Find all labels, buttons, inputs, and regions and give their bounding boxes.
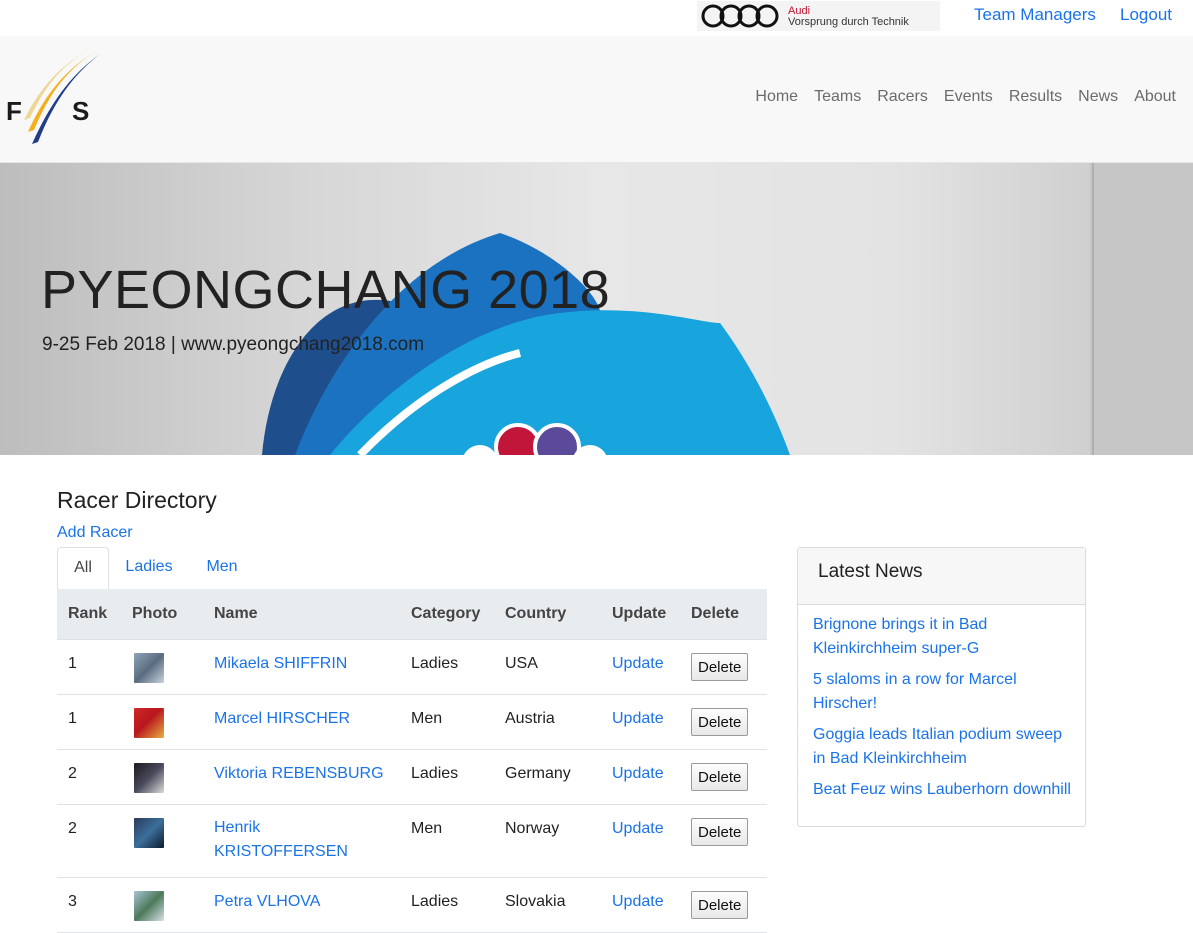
delete-button[interactable]: Delete xyxy=(691,708,749,736)
table-row: 1 Mikaela SHIFFRIN Ladies USA Update Del… xyxy=(57,639,767,695)
racer-photo[interactable] xyxy=(134,708,164,738)
fis-logo[interactable]: F S xyxy=(4,46,104,150)
category-cell: Men xyxy=(411,820,443,837)
country-cell: Germany xyxy=(505,765,571,782)
racer-directory-title: Racer Directory xyxy=(57,487,217,513)
add-racer-link[interactable]: Add Racer xyxy=(57,524,133,542)
racer-photo[interactable] xyxy=(134,818,164,848)
rank-cell: 1 xyxy=(68,655,77,672)
category-cell: Ladies xyxy=(411,765,459,782)
country-cell: Norway xyxy=(505,820,560,837)
audi-sponsor-banner[interactable]: Audi Vorsprung durch Technik xyxy=(697,1,940,31)
main-nav: Home Teams Racers Events Results News Ab… xyxy=(739,88,1176,106)
column-header-country: Country xyxy=(494,589,601,640)
category-tabs: All Ladies Men xyxy=(57,547,767,590)
country-cell: Austria xyxy=(505,710,555,727)
racer-name-link[interactable]: Marcel HIRSCHER xyxy=(214,710,350,727)
nav-events[interactable]: Events xyxy=(944,88,993,106)
delete-button[interactable]: Delete xyxy=(691,818,749,846)
news-list: Brignone brings it in Bad Kleinkirchheim… xyxy=(813,613,1075,809)
news-link[interactable]: Goggia leads Italian podium sweep in Bad… xyxy=(813,726,1062,767)
top-bar: Audi Vorsprung durch Technik Team Manage… xyxy=(0,0,1193,36)
racer-photo[interactable] xyxy=(134,891,164,921)
update-link[interactable]: Update xyxy=(612,893,664,910)
column-header-photo: Photo xyxy=(121,589,203,640)
nav-about[interactable]: About xyxy=(1134,88,1176,106)
racer-name-link[interactable]: Mikaela SHIFFRIN xyxy=(214,655,347,672)
column-header-category: Category xyxy=(400,589,494,640)
category-cell: Men xyxy=(411,710,443,727)
nav-results[interactable]: Results xyxy=(1009,88,1062,106)
rank-cell: 2 xyxy=(68,765,77,782)
hero-title: PYEONGCHANG 2018 xyxy=(41,260,611,320)
update-link[interactable]: Update xyxy=(612,710,664,727)
racer-photo[interactable] xyxy=(134,763,164,793)
svg-text:F: F xyxy=(6,96,22,126)
racer-photo[interactable] xyxy=(134,653,164,683)
column-header-rank: Rank xyxy=(57,589,121,640)
news-link[interactable]: Beat Feuz wins Lauberhorn downhill xyxy=(813,781,1071,798)
news-panel-header: Latest News xyxy=(798,548,1085,605)
racer-name-link[interactable]: Henrik KRISTOFFERSEN xyxy=(214,816,364,864)
table-row: 2 Henrik KRISTOFFERSEN Men Norway Update… xyxy=(57,804,767,878)
racer-table: Rank Photo Name Category Country Update … xyxy=(57,589,767,933)
category-cell: Ladies xyxy=(411,893,459,910)
news-link[interactable]: Brignone brings it in Bad Kleinkirchheim… xyxy=(813,616,987,657)
country-cell: USA xyxy=(505,655,538,672)
table-header-row: Rank Photo Name Category Country Update … xyxy=(57,589,767,640)
svg-text:S: S xyxy=(72,96,89,126)
hero-banner: PYEONGCHANG 2018 9-25 Feb 2018 | www.pye… xyxy=(0,163,1193,455)
tab-ladies[interactable]: Ladies xyxy=(111,547,187,588)
nav-racers[interactable]: Racers xyxy=(877,88,928,106)
table-row: 1 Marcel HIRSCHER Men Austria Update Del… xyxy=(57,694,767,750)
news-panel-title: Latest News xyxy=(818,561,923,582)
list-item: Goggia leads Italian podium sweep in Bad… xyxy=(813,723,1075,771)
country-cell: Slovakia xyxy=(505,893,566,910)
nav-news[interactable]: News xyxy=(1078,88,1118,106)
news-link[interactable]: 5 slaloms in a row for Marcel Hirscher! xyxy=(813,671,1017,712)
column-header-update: Update xyxy=(601,589,680,640)
sponsor-tagline: Vorsprung durch Technik xyxy=(788,16,909,28)
delete-button[interactable]: Delete xyxy=(691,891,749,919)
list-item: Beat Feuz wins Lauberhorn downhill xyxy=(813,778,1075,802)
site-header: F S Home Teams Racers Events Results New… xyxy=(0,36,1193,163)
rank-cell: 3 xyxy=(68,893,77,910)
racer-name-link[interactable]: Viktoria REBENSBURG xyxy=(214,765,384,782)
rank-cell: 2 xyxy=(68,820,77,837)
latest-news-panel: Latest News Brignone brings it in Bad Kl… xyxy=(797,547,1086,827)
delete-button[interactable]: Delete xyxy=(691,653,749,681)
column-header-name: Name xyxy=(203,589,400,640)
list-item: Brignone brings it in Bad Kleinkirchheim… xyxy=(813,613,1075,661)
column-header-delete: Delete xyxy=(680,589,767,640)
audi-rings-logo xyxy=(701,4,779,28)
table-row: 2 Viktoria REBENSBURG Ladies Germany Upd… xyxy=(57,749,767,805)
logout-link[interactable]: Logout xyxy=(1120,5,1172,25)
delete-button[interactable]: Delete xyxy=(691,763,749,791)
racer-name-link[interactable]: Petra VLHOVA xyxy=(214,893,320,910)
hero-subtitle: 9-25 Feb 2018 | www.pyeongchang2018.com xyxy=(42,334,425,355)
list-item: 5 slaloms in a row for Marcel Hirscher! xyxy=(813,668,1075,716)
table-row: 3 Petra VLHOVA Ladies Slovakia Update De… xyxy=(57,877,767,933)
update-link[interactable]: Update xyxy=(612,765,664,782)
nav-teams[interactable]: Teams xyxy=(814,88,861,106)
nav-home[interactable]: Home xyxy=(755,88,798,106)
category-cell: Ladies xyxy=(411,655,459,672)
tab-men[interactable]: Men xyxy=(191,547,253,588)
rank-cell: 1 xyxy=(68,710,77,727)
update-link[interactable]: Update xyxy=(612,820,664,837)
tab-all[interactable]: All xyxy=(57,547,109,590)
team-managers-link[interactable]: Team Managers xyxy=(974,5,1096,25)
update-link[interactable]: Update xyxy=(612,655,664,672)
